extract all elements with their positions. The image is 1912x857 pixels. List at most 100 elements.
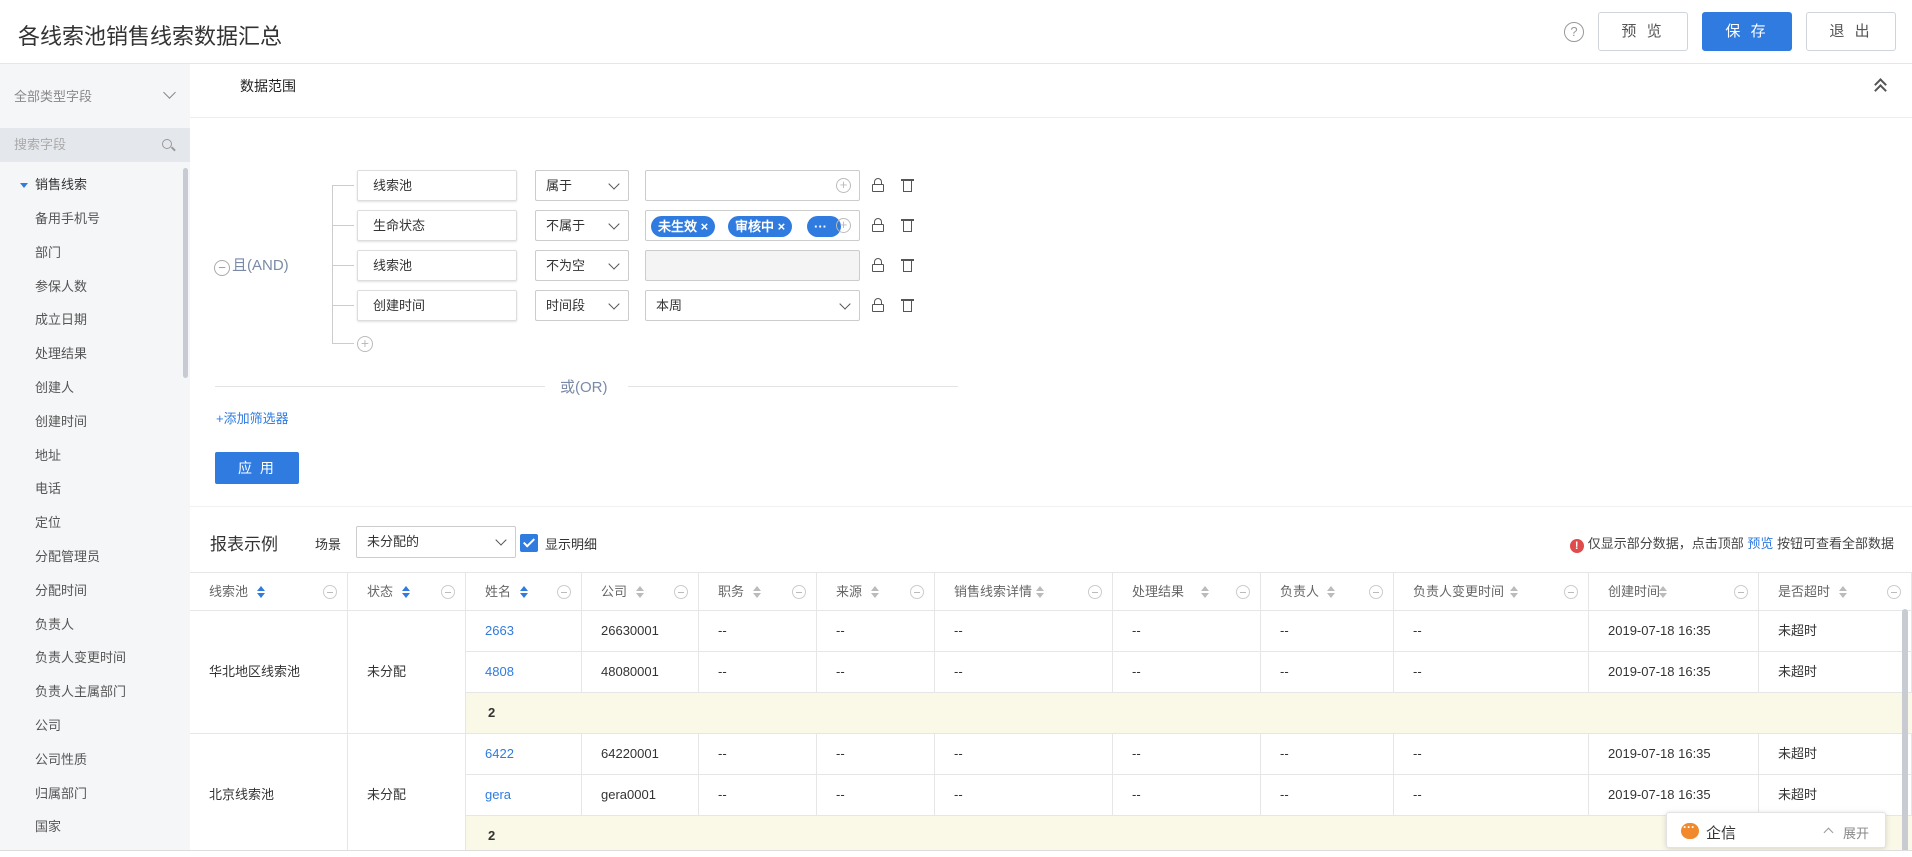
sort-icon[interactable]	[1201, 586, 1209, 598]
condition-field[interactable]: 生命状态	[357, 210, 517, 241]
sort-icon[interactable]	[871, 586, 879, 598]
field-item[interactable]: 处理结果	[0, 337, 182, 371]
condition-operator[interactable]: 时间段	[535, 290, 629, 321]
sort-icon[interactable]	[402, 586, 410, 598]
condition-value[interactable]: +	[645, 170, 860, 201]
field-item[interactable]: 定位	[0, 506, 182, 540]
condition-operator[interactable]: 属于	[535, 170, 629, 201]
trash-icon[interactable]	[901, 178, 914, 192]
trash-icon[interactable]	[901, 258, 914, 272]
field-item[interactable]: 部门	[0, 236, 182, 270]
qixin-chat-widget[interactable]: 企信 展开	[1666, 812, 1886, 848]
field-item[interactable]: 归属部门	[0, 777, 182, 811]
condition-field[interactable]: 创建时间	[357, 290, 517, 321]
caret-down-icon[interactable]	[20, 183, 28, 188]
add-value-icon[interactable]: +	[836, 218, 851, 233]
field-item[interactable]: 参保人数	[0, 270, 182, 304]
column-filter-icon[interactable]	[323, 585, 337, 599]
notice-preview-link[interactable]: 预览	[1747, 536, 1773, 551]
column-header[interactable]: 公司	[582, 572, 699, 611]
column-filter-icon[interactable]	[557, 585, 571, 599]
sort-icon[interactable]	[1327, 586, 1335, 598]
field-item[interactable]: 成立日期	[0, 303, 182, 337]
scene-select[interactable]: 未分配的	[356, 526, 516, 558]
unlock-icon[interactable]	[872, 218, 885, 232]
condition-field[interactable]: 线索池	[357, 170, 517, 201]
condition-operator[interactable]: 不属于	[535, 210, 629, 241]
column-filter-icon[interactable]	[1564, 585, 1578, 599]
column-header[interactable]: 负责人变更时间	[1394, 572, 1589, 611]
field-type-select[interactable]: 全部类型字段	[14, 86, 176, 110]
column-filter-icon[interactable]	[792, 585, 806, 599]
tree-root-sales-leads[interactable]: 销售线索	[0, 168, 182, 202]
column-filter-icon[interactable]	[1236, 585, 1250, 599]
column-header[interactable]: 姓名	[466, 572, 582, 611]
column-header[interactable]: 创建时间	[1589, 572, 1759, 611]
field-item[interactable]: 创建时间	[0, 405, 182, 439]
sort-icon[interactable]	[520, 586, 528, 598]
exit-button[interactable]: 退 出	[1806, 12, 1896, 51]
trash-icon[interactable]	[901, 218, 914, 232]
collapse-icon[interactable]	[1874, 78, 1888, 97]
column-header[interactable]: 销售线索详情	[935, 572, 1113, 611]
expand-link[interactable]: 展开	[1843, 823, 1869, 842]
table-scrollbar[interactable]	[1902, 609, 1908, 854]
name-link[interactable]: gera	[466, 775, 582, 816]
name-link[interactable]: 4808	[466, 652, 582, 693]
sort-icon[interactable]	[636, 586, 644, 598]
field-search-input[interactable]: 搜索字段	[0, 128, 190, 162]
field-item[interactable]: 公司	[0, 709, 182, 743]
column-header[interactable]: 线索池	[190, 572, 348, 611]
field-item[interactable]: 公司性质	[0, 743, 182, 777]
name-link[interactable]: 6422	[466, 734, 582, 775]
column-header[interactable]: 处理结果	[1113, 572, 1261, 611]
field-item[interactable]: 负责人变更时间	[0, 641, 182, 675]
trash-icon[interactable]	[901, 298, 914, 312]
search-icon[interactable]	[162, 139, 172, 149]
remove-group-icon[interactable]: −	[214, 260, 230, 276]
help-icon[interactable]: ?	[1564, 22, 1584, 42]
field-item[interactable]: 电话	[0, 472, 182, 506]
field-item[interactable]: 负责人	[0, 608, 182, 642]
sort-icon[interactable]	[1510, 586, 1518, 598]
column-filter-icon[interactable]	[1887, 585, 1901, 599]
sort-icon[interactable]	[1036, 586, 1044, 598]
column-filter-icon[interactable]	[910, 585, 924, 599]
show-detail-checkbox[interactable]	[520, 534, 538, 552]
field-item[interactable]: 负责人主属部门	[0, 675, 182, 709]
preview-button[interactable]: 预 览	[1598, 12, 1688, 51]
chevron-up-icon[interactable]	[1823, 827, 1834, 838]
add-value-icon[interactable]: +	[836, 178, 851, 193]
sort-icon[interactable]	[1839, 586, 1847, 598]
field-item[interactable]: 地址	[0, 439, 182, 473]
column-header[interactable]: 来源	[817, 572, 935, 611]
unlock-icon[interactable]	[872, 178, 885, 192]
add-filter-link[interactable]: +添加筛选器	[216, 408, 289, 427]
column-filter-icon[interactable]	[1369, 585, 1383, 599]
column-filter-icon[interactable]	[1088, 585, 1102, 599]
field-item[interactable]: 创建人	[0, 371, 182, 405]
condition-value[interactable]: 未生效 × 审核中 × ··· +	[645, 210, 860, 241]
sort-icon[interactable]	[257, 586, 265, 598]
field-item[interactable]: 分配管理员	[0, 540, 182, 574]
column-header[interactable]: 状态	[348, 572, 466, 611]
condition-value[interactable]: 本周	[645, 290, 860, 321]
unlock-icon[interactable]	[872, 258, 885, 272]
sort-icon[interactable]	[1659, 586, 1667, 598]
column-filter-icon[interactable]	[1734, 585, 1748, 599]
column-header[interactable]: 是否超时	[1759, 572, 1912, 611]
unlock-icon[interactable]	[872, 298, 885, 312]
field-item[interactable]: 国家	[0, 810, 182, 844]
column-filter-icon[interactable]	[674, 585, 688, 599]
column-header[interactable]: 职务	[699, 572, 817, 611]
column-filter-icon[interactable]	[441, 585, 455, 599]
condition-operator[interactable]: 不为空	[535, 250, 629, 281]
value-tag[interactable]: 审核中 ×	[728, 216, 793, 237]
column-header[interactable]: 负责人	[1261, 572, 1394, 611]
condition-field[interactable]: 线索池	[357, 250, 517, 281]
add-condition-icon[interactable]: +	[357, 336, 373, 352]
sidebar-scrollbar[interactable]	[183, 168, 188, 378]
value-tag[interactable]: 未生效 ×	[651, 216, 716, 237]
sort-icon[interactable]	[753, 586, 761, 598]
save-button[interactable]: 保 存	[1702, 12, 1792, 51]
